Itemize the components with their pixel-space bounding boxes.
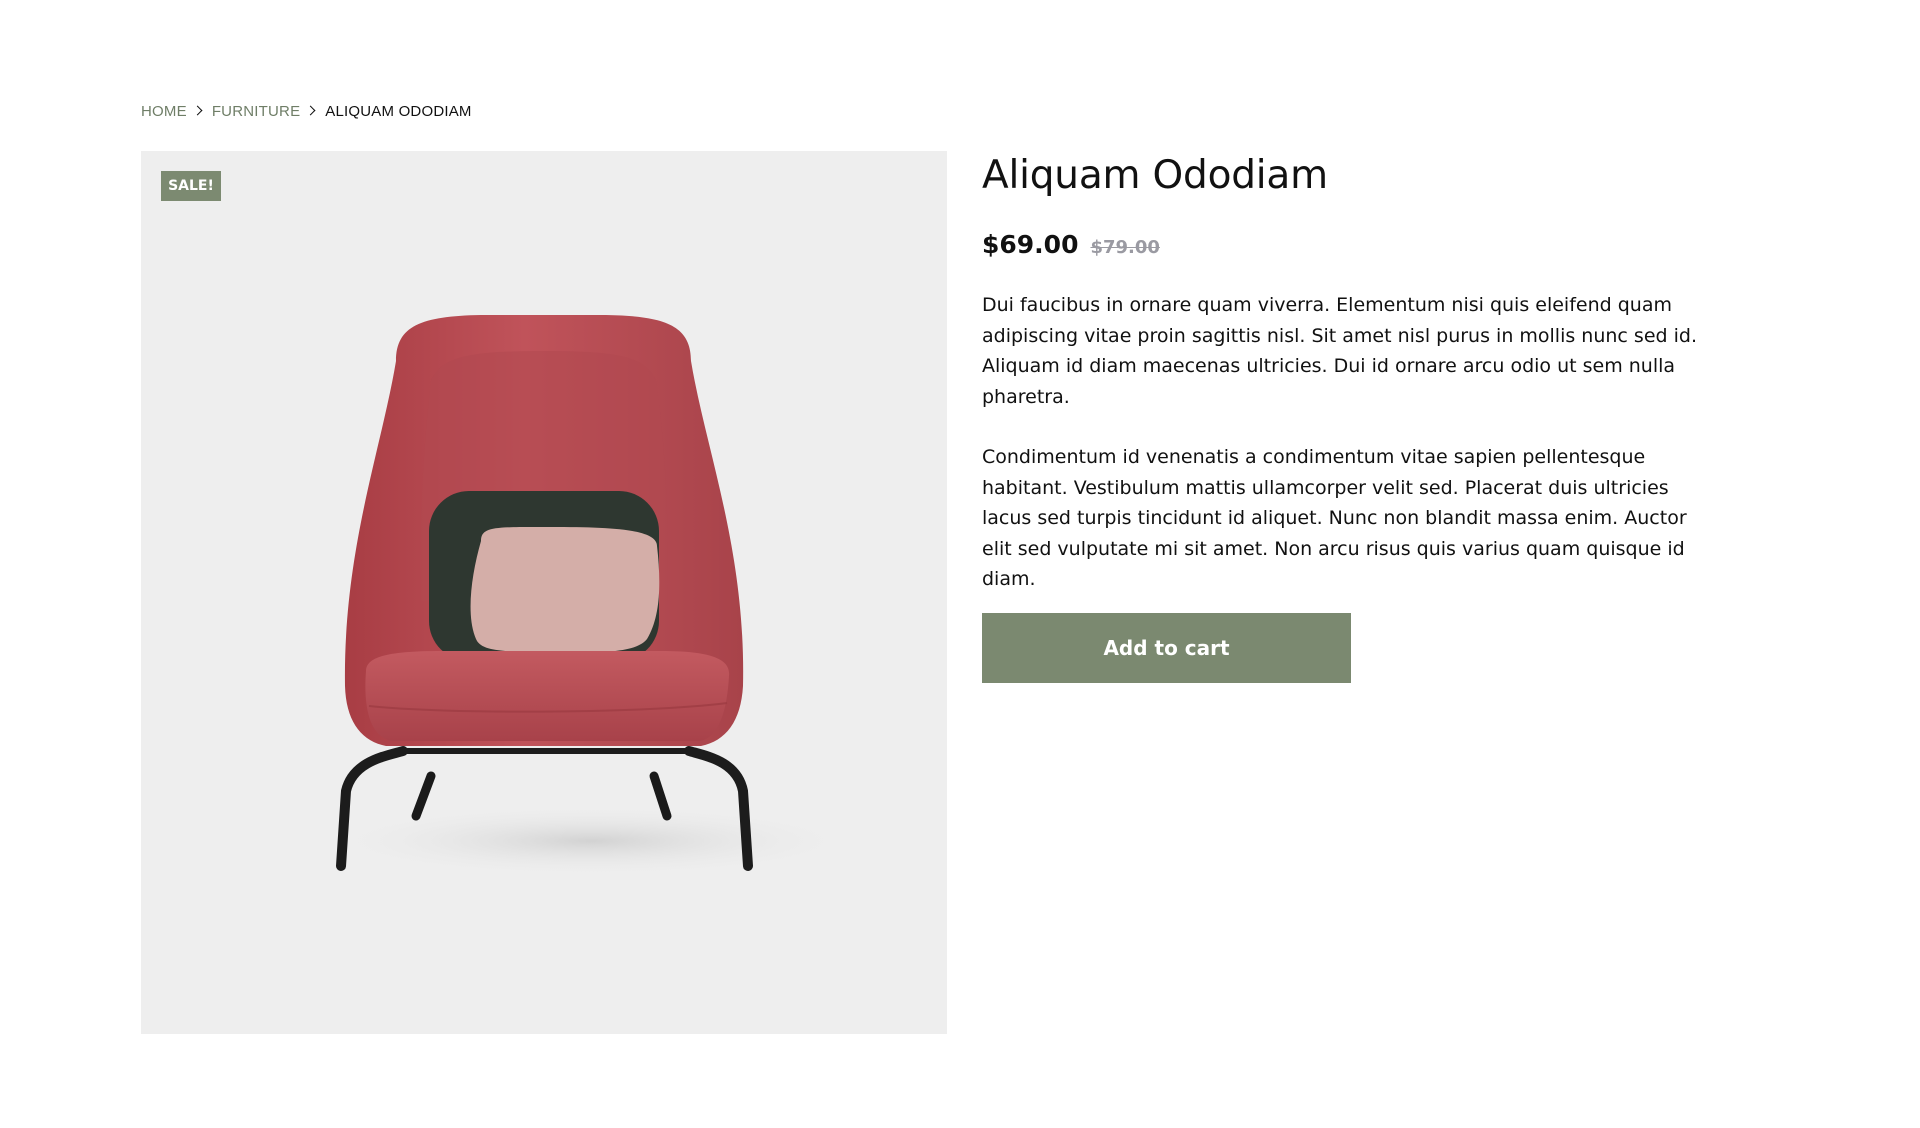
description-paragraph: Condimentum id venenatis a condimentum v… bbox=[982, 446, 1687, 590]
product-title: Aliquam Ododiam bbox=[982, 153, 1328, 198]
product-image-armchair bbox=[321, 315, 861, 877]
regular-price: $79.00 bbox=[1090, 237, 1160, 258]
sale-badge: SALE! bbox=[161, 171, 221, 201]
add-to-cart-button[interactable]: Add to cart bbox=[982, 613, 1351, 683]
chevron-right-icon bbox=[305, 105, 316, 115]
product-gallery[interactable]: SALE! bbox=[141, 151, 947, 1034]
breadcrumb-current: ALIQUAM ODODIAM bbox=[325, 102, 472, 120]
sale-price: $69.00 bbox=[982, 230, 1079, 259]
price-row: $69.00 $79.00 bbox=[982, 230, 1722, 259]
breadcrumb-home-link[interactable]: HOME bbox=[141, 103, 187, 120]
product-description: Dui faucibus in ornare quam viverra. Ele… bbox=[982, 290, 1712, 595]
description-paragraph: Dui faucibus in ornare quam viverra. Ele… bbox=[982, 294, 1697, 408]
breadcrumb-furniture-link[interactable]: FURNITURE bbox=[212, 103, 300, 120]
product-summary: Aliquam Ododiam $69.00 $79.00 Dui faucib… bbox=[982, 150, 1722, 625]
breadcrumb: HOME FURNITURE ALIQUAM ODODIAM bbox=[141, 100, 472, 122]
chevron-right-icon bbox=[192, 105, 203, 115]
